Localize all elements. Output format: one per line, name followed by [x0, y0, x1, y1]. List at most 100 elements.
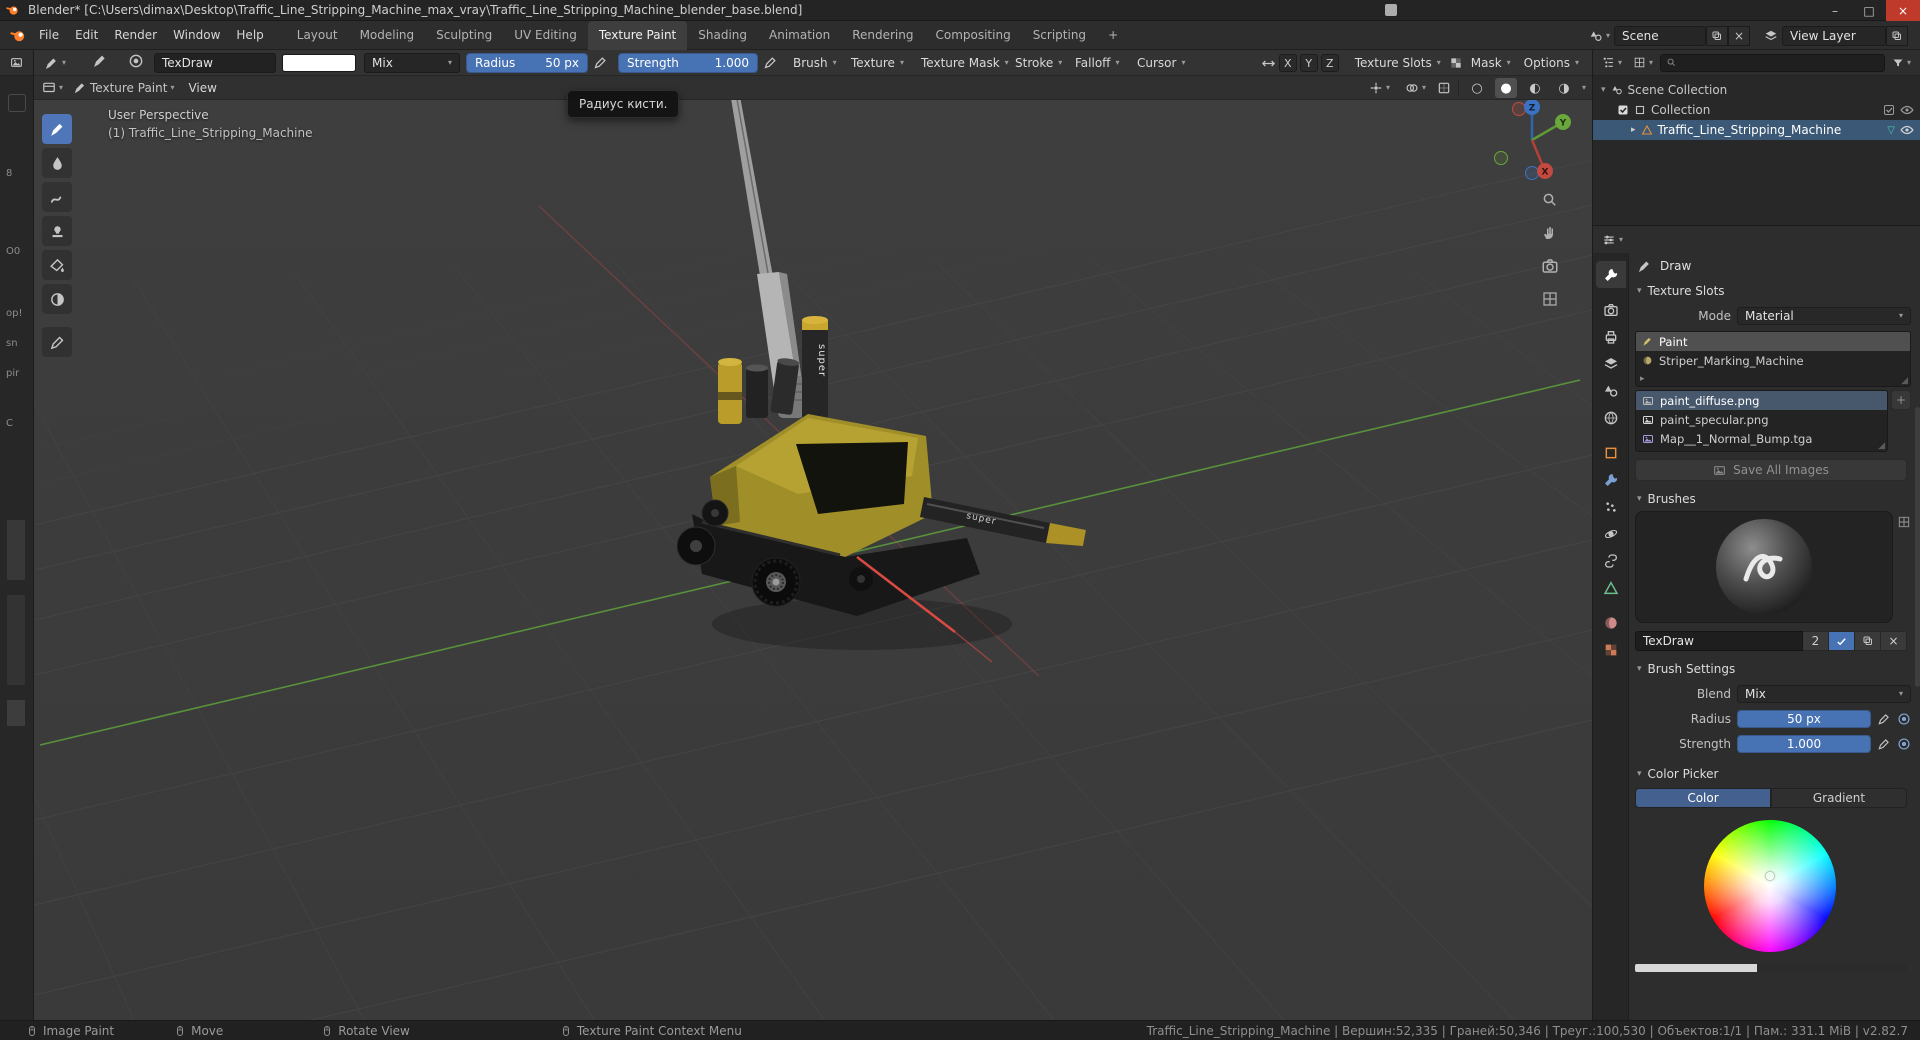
tab-scene[interactable] [1596, 377, 1626, 404]
exclude-checkbox[interactable] [1883, 104, 1895, 116]
strength-slider[interactable]: 1.000 [1737, 735, 1871, 753]
outliner-row-collection[interactable]: Collection [1593, 100, 1920, 120]
blend-mode-dropdown[interactable]: Mix ▾ [364, 53, 460, 73]
tool-clone[interactable] [42, 216, 72, 246]
tool-soften[interactable] [42, 148, 72, 178]
eye-icon[interactable] [1900, 103, 1914, 117]
tool-draw[interactable] [42, 114, 72, 144]
gradient-tab[interactable]: Gradient [1771, 788, 1907, 808]
pressure-falloff-icon[interactable] [1897, 737, 1911, 751]
mirror-z-toggle[interactable]: Z [1320, 54, 1339, 72]
tab-layout[interactable]: Layout [286, 21, 349, 50]
zoom-button[interactable] [1538, 188, 1562, 212]
strength-slider[interactable]: Strength 1.000 [618, 53, 758, 73]
eye-icon[interactable] [1900, 123, 1914, 137]
brush-settings-panel-header[interactable]: ▾ Brush Settings [1629, 657, 1911, 681]
ortho-toggle-button[interactable] [1538, 287, 1562, 311]
add-workspace-tab[interactable]: + [1097, 21, 1129, 50]
tab-render[interactable] [1596, 296, 1626, 323]
cursor-menu[interactable]: Cursor ▾ [1132, 53, 1190, 73]
tool-mask[interactable] [42, 284, 72, 314]
minimize-button[interactable]: – [1818, 0, 1852, 21]
radius-slider[interactable]: 50 px [1737, 710, 1871, 728]
duplicate-brush-button[interactable] [1855, 631, 1881, 651]
tab-sculpting[interactable]: Sculpting [425, 21, 503, 50]
outliner-row-traffic-machine[interactable]: ▸ Traffic_Line_Stripping_Machine ▽ [1593, 120, 1920, 140]
active-tool-selector[interactable]: ▾ [40, 53, 70, 73]
mirror-y-toggle[interactable]: Y [1299, 54, 1318, 72]
pressure-falloff-icon[interactable] [1897, 712, 1911, 726]
list-item-normal-bump[interactable]: Map__1_Normal_Bump.tga [1636, 429, 1887, 448]
camera-view-button[interactable] [1538, 254, 1562, 278]
blend-dropdown[interactable]: Mix ▾ [1737, 685, 1911, 703]
brush-menu[interactable]: Brush ▾ [788, 53, 842, 73]
blender-menu-icon[interactable] [10, 27, 27, 44]
menu-render[interactable]: Render [106, 21, 165, 50]
close-button[interactable]: × [1886, 0, 1920, 21]
pressure-pen-icon[interactable] [1877, 737, 1891, 751]
brushes-panel-header[interactable]: ▾ Brushes [1629, 487, 1911, 511]
tab-texture[interactable] [1596, 636, 1626, 663]
tab-tool[interactable] [1595, 261, 1626, 288]
value-slider-partial[interactable] [1635, 964, 1758, 972]
tab-world[interactable] [1596, 404, 1626, 431]
scene-browse-button[interactable]: ▾ [1585, 26, 1614, 46]
tab-physics[interactable] [1596, 520, 1626, 547]
view-layer-selector[interactable]: View Layer [1782, 25, 1886, 46]
slots-mode-dropdown[interactable]: Material ▾ [1737, 307, 1911, 325]
tab-constraints[interactable] [1596, 547, 1626, 574]
tab-modifiers[interactable] [1596, 466, 1626, 493]
viewport-3d[interactable]: super super ▾ Texture Paint ▾ View ▾ ▾ ○… [34, 76, 1592, 1020]
tab-uv-editing[interactable]: UV Editing [503, 21, 588, 50]
tab-particles[interactable] [1596, 493, 1626, 520]
radius-slider[interactable]: Radius 50 px [466, 53, 588, 73]
overlays-toggle[interactable]: ▾ [1401, 78, 1430, 98]
unlink-brush-button[interactable]: × [1881, 631, 1907, 651]
tab-compositing[interactable]: Compositing [924, 21, 1021, 50]
texture-slots-panel-header[interactable]: ▾ Texture Slots [1629, 279, 1911, 303]
tab-modeling[interactable]: Modeling [349, 21, 426, 50]
list-item-paint[interactable]: Paint [1636, 332, 1910, 351]
brush-popup-button[interactable] [1897, 511, 1911, 529]
scene-unlink-button[interactable]: × [1728, 25, 1750, 46]
gizmos-toggle[interactable]: ▾ [1365, 78, 1394, 98]
shading-solid-toggle[interactable]: ● [1494, 78, 1517, 98]
view-layer-new-button[interactable] [1886, 25, 1908, 46]
list-item-paint-diffuse[interactable]: paint_diffuse.png [1636, 391, 1887, 410]
menu-file[interactable]: File [31, 21, 67, 50]
menu-window[interactable]: Window [165, 21, 228, 50]
tab-output[interactable] [1596, 323, 1626, 350]
brush-icon[interactable] [92, 53, 108, 69]
brush-color-swatch[interactable] [282, 54, 356, 72]
expand-icon[interactable]: ▸ [1640, 375, 1645, 384]
tab-rendering[interactable]: Rendering [841, 21, 924, 50]
radius-pressure-icon[interactable] [593, 55, 608, 70]
hsv-color-wheel[interactable] [1704, 820, 1836, 952]
list-resize-grip[interactable]: ◢ [1878, 441, 1885, 451]
mask-checker-icon[interactable] [1449, 56, 1463, 70]
scene-new-button[interactable] [1706, 25, 1728, 46]
pan-button[interactable] [1538, 221, 1562, 245]
texture-menu[interactable]: Texture ▾ [846, 53, 909, 73]
tool-annotate[interactable] [42, 327, 72, 357]
color-tab[interactable]: Color [1635, 788, 1771, 808]
maximize-button[interactable]: □ [1852, 0, 1886, 21]
tab-object-data[interactable] [1596, 574, 1626, 601]
tab-texture-paint[interactable]: Texture Paint [587, 20, 688, 50]
add-texture-button[interactable]: + [1891, 390, 1911, 410]
tab-object[interactable] [1596, 439, 1626, 466]
filter-button[interactable]: ▾ [1888, 53, 1915, 73]
scene-selector[interactable]: Scene [1614, 25, 1706, 46]
tool-fill[interactable] [42, 250, 72, 280]
color-picker-panel-header[interactable]: ▾ Color Picker [1629, 762, 1911, 786]
outliner-search-input[interactable] [1681, 56, 1879, 69]
shading-wireframe-toggle[interactable]: ○ [1466, 78, 1488, 98]
view-menu[interactable]: View [180, 81, 224, 95]
tab-shading[interactable]: Shading [687, 21, 758, 50]
outliner-row-scene-collection[interactable]: ▾ Scene Collection [1593, 80, 1920, 100]
shading-material-toggle[interactable]: ◐ [1524, 78, 1546, 98]
shading-rendered-toggle[interactable]: ◑ [1553, 78, 1575, 98]
brush-datablock-field[interactable]: TexDraw [154, 53, 276, 73]
tab-animation[interactable]: Animation [758, 21, 841, 50]
brush-name-field[interactable]: TexDraw [1635, 631, 1803, 651]
